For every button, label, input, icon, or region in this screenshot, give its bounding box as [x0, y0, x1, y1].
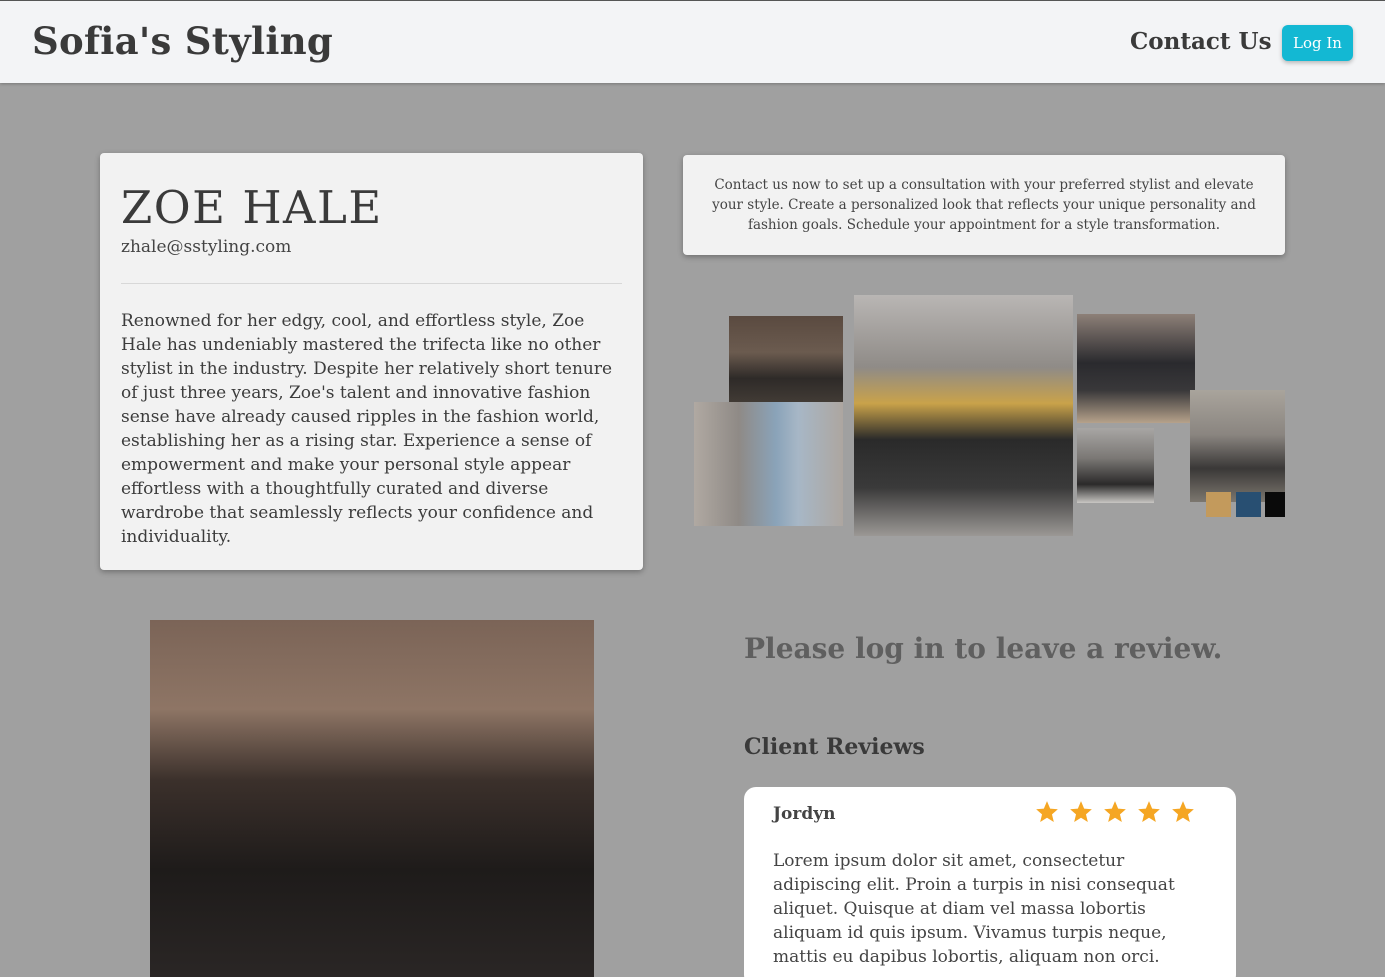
moodboard-photo-main — [854, 295, 1073, 536]
divider — [121, 283, 622, 284]
navbar: Sofia's Styling Contact Us Log In — [0, 0, 1385, 83]
star-icon — [1104, 801, 1126, 822]
stylist-name: ZOE HALE — [121, 181, 383, 234]
brand-title[interactable]: Sofia's Styling — [32, 19, 333, 63]
stylist-email[interactable]: zhale@sstyling.com — [121, 237, 291, 257]
contact-blurb-text: Contact us now to set up a consultation … — [712, 177, 1256, 233]
stylist-profile-card: ZOE HALE zhale@sstyling.com Renowned for… — [100, 153, 643, 570]
moodboard-photo — [1077, 428, 1154, 503]
color-swatch-tan — [1206, 492, 1231, 517]
login-to-review-prompt: Please log in to leave a review. — [744, 632, 1223, 665]
moodboard-photo — [694, 402, 843, 526]
review-text: Lorem ipsum dolor sit amet, consectetur … — [773, 851, 1175, 967]
contact-us-link[interactable]: Contact Us — [1130, 28, 1272, 55]
stylist-portrait-photo — [150, 620, 594, 977]
star-icon — [1070, 801, 1092, 822]
contact-blurb-card: Contact us now to set up a consultation … — [683, 155, 1285, 255]
login-button[interactable]: Log In — [1282, 25, 1353, 61]
color-swatch-black — [1265, 492, 1285, 517]
client-reviews-heading: Client Reviews — [744, 734, 925, 760]
moodboard-photo — [1190, 390, 1285, 502]
moodboard-photo — [1077, 314, 1195, 423]
review-card: Jordyn Lorem ipsum dolor sit amet, conse… — [744, 787, 1236, 977]
color-swatch-navy — [1236, 492, 1261, 517]
star-icon — [1036, 801, 1058, 822]
star-rating — [1034, 799, 1196, 825]
star-icon — [1172, 801, 1194, 822]
stylist-bio: Renowned for her edgy, cool, and effortl… — [121, 311, 613, 547]
star-icon — [1138, 801, 1160, 822]
reviewer-name: Jordyn — [773, 804, 836, 824]
